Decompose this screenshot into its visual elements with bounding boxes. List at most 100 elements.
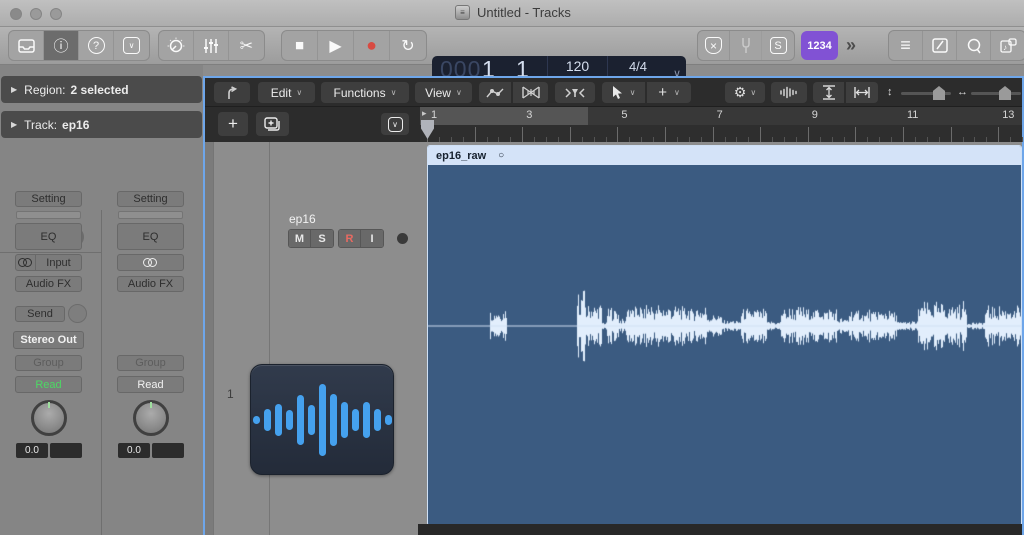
logic-pro-window: ≡ Untitled - Tracks ⓘ ? ∨ ✂ ■ ▶ ● ↻ 000 …: [0, 0, 1024, 535]
horizontal-scrollbar-track[interactable]: [418, 524, 1022, 535]
left-click-tool-menu[interactable]: ∨: [602, 82, 646, 103]
view-menu[interactable]: View ∨: [415, 82, 472, 103]
record-enable-button[interactable]: R: [339, 230, 361, 247]
input-label: Input: [46, 256, 71, 269]
send-knob[interactable]: [68, 304, 87, 323]
add-track-button[interactable]: +: [218, 112, 248, 136]
smart-controls-icon[interactable]: [159, 31, 194, 60]
strip2-pan-knob[interactable]: [133, 400, 169, 436]
record-input-group: R I: [338, 229, 384, 248]
count-in-button[interactable]: 1234: [801, 31, 838, 60]
ruler-bar-number: 11: [907, 109, 919, 121]
record-icon: ●: [366, 35, 377, 55]
play-button[interactable]: ▶: [318, 31, 354, 60]
record-enable-label: R: [345, 232, 354, 245]
track-header-options-button[interactable]: ∨: [381, 113, 409, 135]
vertical-zoom-thumb[interactable]: [933, 86, 945, 100]
strip2-eq-button[interactable]: EQ: [117, 223, 184, 250]
audio-region[interactable]: ep16_raw ○: [427, 145, 1022, 526]
functions-menu[interactable]: Functions ∨: [321, 82, 409, 103]
mute-button[interactable]: M: [289, 230, 311, 247]
track-icon-bar: [340, 401, 348, 438]
horizontal-auto-zoom-button[interactable]: [846, 82, 878, 103]
toolbar-toggle-icon[interactable]: ∨: [114, 31, 149, 60]
vertical-auto-zoom-button[interactable]: [813, 82, 845, 103]
flex-toggle-button[interactable]: [513, 82, 548, 103]
pointer-tool-icon: [612, 85, 622, 99]
media-browser-icon[interactable]: ♪: [991, 31, 1024, 60]
ruler-tick: [641, 137, 643, 142]
strip2-eq-thumbnail[interactable]: [118, 211, 183, 219]
ruler-tick: [807, 127, 809, 142]
cycle-button[interactable]: ↻: [390, 31, 426, 60]
apple-loops-icon[interactable]: [957, 31, 991, 60]
region-header[interactable]: ep16_raw ○: [428, 146, 1021, 165]
region-inspector-header[interactable]: ▶ Region: 2 selected: [1, 76, 202, 103]
track-icon[interactable]: [250, 364, 394, 475]
quick-help-icon[interactable]: ?: [79, 31, 114, 60]
ruler-tick: [522, 127, 524, 142]
vertical-zoom-icon: [822, 85, 835, 100]
command-click-tool-menu[interactable]: + ∨: [647, 82, 691, 103]
edit-menu[interactable]: Edit ∨: [258, 82, 315, 103]
solo-button[interactable]: S: [311, 230, 333, 247]
strip2-group-button[interactable]: Group: [117, 355, 184, 371]
list-editors-icon[interactable]: ≡: [889, 31, 923, 60]
window-close-button[interactable]: [10, 8, 22, 20]
solo-mode-button[interactable]: S: [762, 31, 794, 60]
mixer-icon[interactable]: [194, 31, 229, 60]
region-loop-icon[interactable]: ○: [498, 150, 504, 161]
toolbar-overflow-button[interactable]: »: [846, 35, 856, 56]
vertical-zoom-slider[interactable]: ↕: [887, 82, 953, 103]
strip1-automation-button[interactable]: Read: [15, 376, 82, 393]
duplicate-track-button[interactable]: [256, 112, 289, 136]
strip1-eq-button[interactable]: EQ: [15, 223, 82, 250]
tuner-button[interactable]: [730, 31, 762, 60]
strip1-setting-button[interactable]: Setting: [15, 191, 82, 207]
strip1-volume-value[interactable]: 0.0: [16, 443, 48, 458]
strip1-group-button[interactable]: Group: [15, 355, 82, 371]
master-mute-button[interactable]: ×: [698, 31, 730, 60]
track-inspector-header[interactable]: ▶ Track: ep16: [1, 111, 202, 138]
strip2-automation-button[interactable]: Read: [117, 376, 184, 393]
horizontal-zoom-thumb[interactable]: [999, 86, 1011, 100]
ruler-tick: [498, 137, 500, 142]
divider: [0, 252, 101, 253]
ruler-tick: [962, 137, 964, 142]
stop-button[interactable]: ■: [282, 31, 318, 60]
strip2-volume-value[interactable]: 0.0: [118, 443, 150, 458]
input-monitoring-button[interactable]: I: [361, 230, 383, 247]
snap-mode-button[interactable]: [555, 82, 595, 103]
waveform-zoom-button[interactable]: [771, 82, 807, 103]
track-icon-bar: [329, 393, 337, 446]
track-name[interactable]: ep16: [289, 212, 316, 226]
window-minimize-button[interactable]: [30, 8, 42, 20]
strip1-input-button[interactable]: Input: [15, 254, 82, 271]
strip2-format-button[interactable]: [117, 254, 184, 271]
scissors-icon[interactable]: ✂: [229, 31, 264, 60]
bar-ruler[interactable]: ▸ 1 3 5 7 9 11 13: [420, 107, 1023, 142]
strip1-send-button[interactable]: Send: [15, 306, 65, 322]
strip1-audio-fx-button[interactable]: Audio FX: [15, 276, 82, 292]
stereo-format-icon[interactable]: [16, 255, 36, 270]
strip2-peak-value[interactable]: [152, 443, 184, 458]
window-zoom-button[interactable]: [50, 8, 62, 20]
horizontal-zoom-slider[interactable]: ↔: [957, 82, 1023, 103]
window-title: Untitled - Tracks: [477, 5, 571, 20]
library-icon[interactable]: [9, 31, 44, 60]
track-options-menu[interactable]: ⚙ ∨: [725, 82, 765, 103]
plus-icon: +: [228, 114, 238, 133]
strip1-pan-knob[interactable]: [31, 400, 67, 436]
strip1-output-button[interactable]: Stereo Out: [13, 331, 84, 349]
automation-toggle-button[interactable]: [479, 82, 512, 103]
record-button[interactable]: ●: [354, 31, 390, 60]
catch-playhead-button[interactable]: [214, 82, 250, 103]
ruler-tick: [914, 137, 916, 142]
inspector-toggle-icon[interactable]: ⓘ: [44, 31, 79, 60]
note-pads-icon[interactable]: [923, 31, 957, 60]
strip2-setting-button[interactable]: Setting: [117, 191, 184, 207]
strip1-eq-thumbnail[interactable]: [16, 211, 81, 219]
strip1-peak-value[interactable]: [50, 443, 82, 458]
ruler-tick: [617, 127, 619, 142]
strip2-audio-fx-button[interactable]: Audio FX: [117, 276, 184, 292]
